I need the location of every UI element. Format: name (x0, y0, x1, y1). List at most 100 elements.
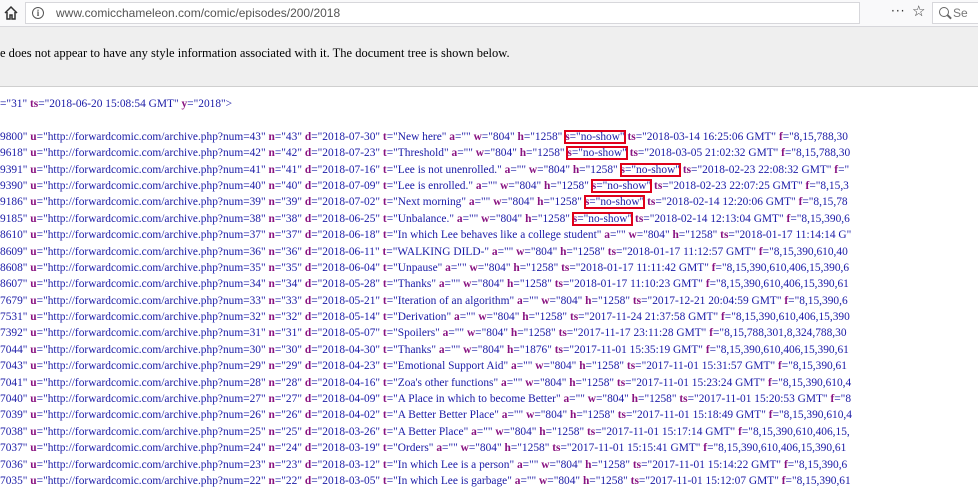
attr-w: w="804" (474, 131, 515, 143)
info-icon[interactable]: i (32, 7, 44, 19)
attr-w: w="804" (495, 426, 536, 438)
attr-a: a="" (517, 459, 538, 471)
attr-a: a="" (505, 164, 526, 176)
episode-row: 7040" u="http://forwardcomic.com/archive… (0, 391, 978, 407)
attr-d: d="2018-03-05" (305, 475, 380, 487)
attr-u: u="http://forwardcomic.com/archive.php?n… (30, 229, 265, 241)
attr-n: n="32" (269, 311, 302, 323)
attr-d: d="2018-05-21" (305, 295, 380, 307)
attr-value: ="29" (274, 360, 302, 373)
attr-d: d="2018-03-26" (305, 426, 380, 438)
attr-t: t="A Better Better Place" (383, 409, 499, 421)
xml-info-banner: e does not appear to have any style info… (0, 27, 978, 87)
attr-ts: ts="2017-11-01 15:15:41 GMT" (552, 442, 700, 454)
attr-value: 7039" (0, 409, 28, 422)
attr-value: ="In which Lee is garbage" (386, 474, 512, 487)
attr-value: ="Thanks" (386, 278, 436, 291)
attr-value: ="" (459, 311, 476, 324)
more-options-icon[interactable]: ··· (891, 4, 905, 18)
attr-value: ="http://forwardcomic.com/archive.php?nu… (36, 474, 266, 487)
attr-id: 9391" (0, 164, 27, 176)
attr-value: ="2018-06-04" (311, 261, 381, 274)
attr-value: ="1258" (575, 376, 615, 389)
attr-value: ="1258" (531, 212, 570, 225)
attr-value: ="" (569, 393, 585, 406)
attr-w: w="804" (539, 475, 580, 487)
attr-id: 9800" (0, 131, 27, 143)
attr-name: w (466, 327, 476, 340)
attr-value: ="" (476, 425, 493, 438)
attr-value: ="" (474, 196, 491, 209)
attr-f: f="8,15,788,301,8,324,788,30 (709, 327, 846, 339)
attr-value: ="A Place in which to become Better" (386, 393, 561, 406)
attr-value: ="http://forwardcomic.com/archive.php?nu… (36, 212, 266, 225)
attr-value: 7035" (0, 474, 28, 487)
attr-a: a="" (439, 278, 460, 290)
attr-ts: ts="2018-03-05 21:02:32 GMT" (630, 147, 779, 159)
attr-value: ="http://forwardcomic.com/archive.php?nu… (36, 393, 266, 406)
attr-value: ="804" (549, 294, 583, 307)
attr-id: 7036" (0, 459, 27, 471)
attr-a: a="" (452, 147, 473, 159)
attr-id: 9618" (0, 147, 27, 159)
attr-value: ="http://forwardcomic.com/archive.php?nu… (36, 360, 266, 373)
attr-a: a="" (445, 262, 466, 274)
attr-ts: ts="2018-01-17 11:10:23 GMT" (555, 278, 703, 290)
attr-value: ="2018-02-23 22:08:32 GMT" (691, 163, 832, 176)
bookmark-star-icon[interactable]: ☆ (912, 2, 925, 20)
xml-info-text: e does not appear to have any style info… (0, 46, 510, 60)
attr-value: ="Spoilers" (386, 327, 440, 340)
attr-name: w (587, 393, 596, 406)
attr-value: 8609" (0, 245, 28, 258)
episode-row: 7044" u="http://forwardcomic.com/archive… (0, 342, 978, 358)
attr-value: ="Derivation" (386, 311, 452, 324)
attr-value: ="2018-05-21" (311, 294, 381, 307)
attr-value: ="http://forwardcomic.com/archive.php?nu… (36, 442, 266, 455)
attr-n: n="43" (269, 131, 302, 143)
attr-name: ts (617, 409, 626, 422)
attr-u: u="http://forwardcomic.com/archive.php?n… (30, 180, 265, 192)
attr-value: ="2018"> (187, 98, 233, 110)
attr-value: ="" (450, 261, 467, 274)
attr-a: a="" (563, 393, 584, 405)
attr-u: u="http://forwardcomic.com/archive.php?n… (30, 295, 265, 307)
episode-list: 9800" u="http://forwardcomic.com/archive… (0, 129, 978, 489)
attr-name: ts (569, 311, 579, 324)
attr-value: =" (838, 163, 850, 176)
attr-value: ="In which Lee behaves like a college st… (386, 229, 602, 242)
attr-value: ="1258" (591, 294, 631, 307)
attr-value: ="" (506, 376, 523, 389)
attr-value: 9390" (0, 179, 28, 192)
attr-value: ="2018-04-30" (311, 343, 381, 356)
attr-value: ="no-show" (569, 130, 625, 143)
attr-w: w="804" (500, 180, 541, 192)
attr-value: ="http://forwardcomic.com/archive.php?nu… (36, 409, 266, 422)
attr-name: ts (626, 360, 636, 373)
attr-value: ="2018-07-09" (311, 179, 381, 192)
attr-u: u="http://forwardcomic.com/archive.php?n… (30, 459, 265, 471)
attr-value: ="Emotional Support Aid" (386, 360, 509, 373)
attr-a: a="" (517, 295, 538, 307)
home-icon[interactable] (3, 5, 19, 21)
attr-u: u="http://forwardcomic.com/archive.php?n… (30, 327, 265, 339)
attr-value: ="8,15,390,61 (785, 474, 851, 487)
attr-t: t="Emotional Support Aid" (383, 360, 508, 372)
attr-value: ="42" (274, 147, 302, 160)
url-bar[interactable]: i www.comicchameleon.com/comic/episodes/… (25, 2, 860, 24)
attr-value: ="2017-12-21 20:04:59 GMT" (641, 294, 782, 307)
attr-value: ="43" (274, 130, 302, 143)
search-box[interactable]: Se (932, 2, 978, 24)
attr-u: u="http://forwardcomic.com/archive.php?n… (30, 344, 265, 356)
attr-d: d="2018-07-09" (305, 180, 380, 192)
attr-f: f="8 (830, 393, 851, 405)
attr-value: ="1258" (545, 425, 585, 438)
attr-value: ="804" (468, 442, 502, 455)
attr-value: ="30" (274, 343, 302, 356)
attr-value: ="8,15,788,301,8,324,788,30 (713, 327, 847, 340)
attr-value: ="Threshold" (386, 147, 449, 160)
attr-f: f="8,15,390,610,406,15,390,61 (703, 442, 846, 454)
attr-id: 8609" (0, 246, 27, 258)
attr-value: ="1258" (519, 261, 559, 274)
attr-n: n="40" (269, 180, 302, 192)
browser-toolbar: i www.comicchameleon.com/comic/episodes/… (0, 0, 978, 27)
